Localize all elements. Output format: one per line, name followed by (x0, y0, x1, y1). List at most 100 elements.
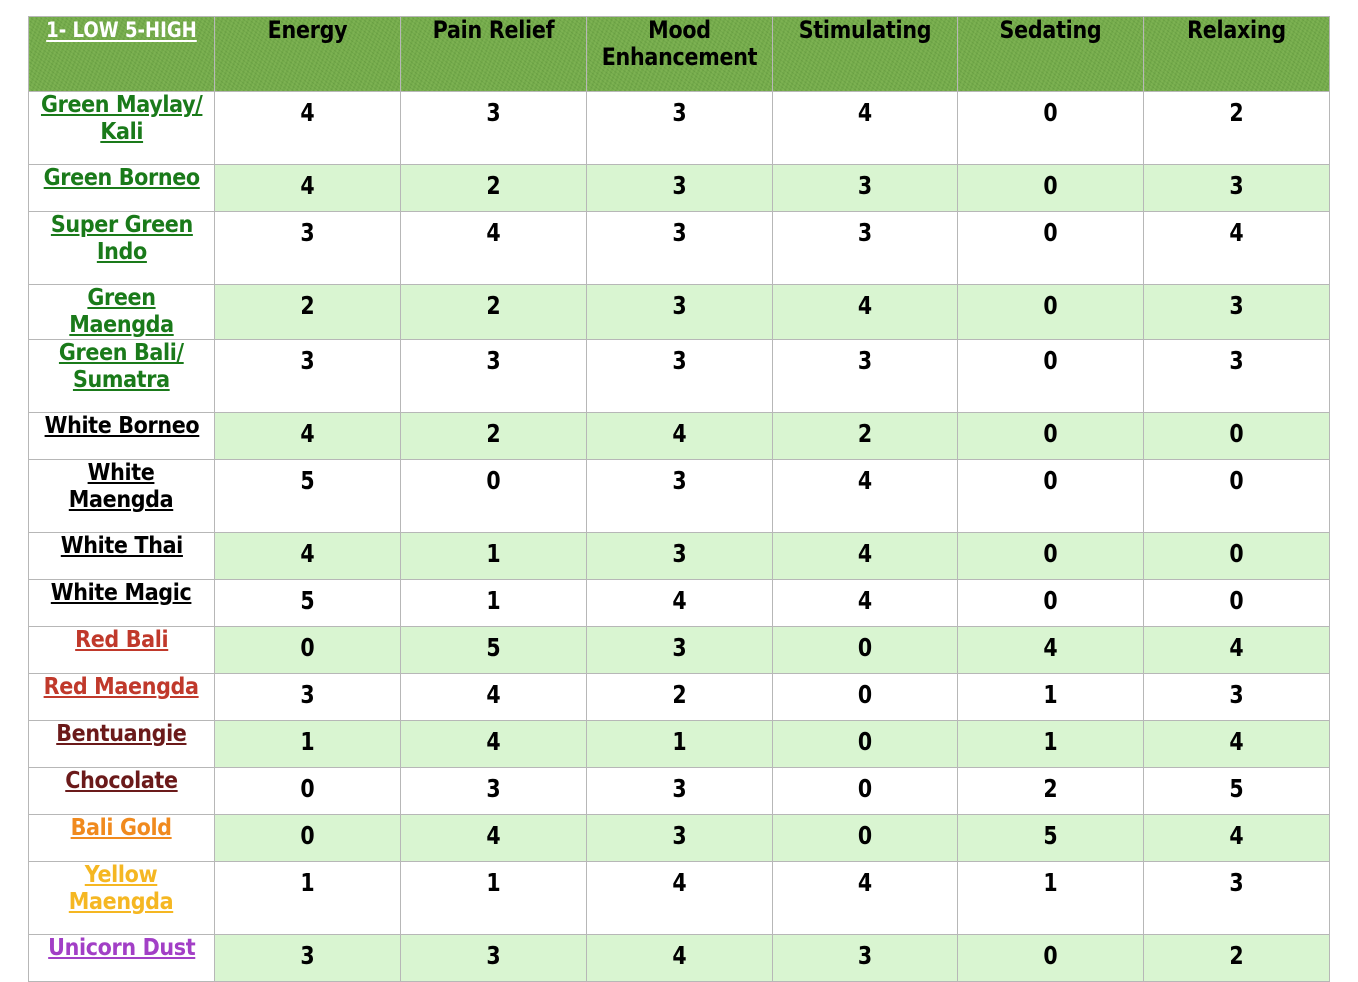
rating-cell-pain-relief: 3 (400, 934, 587, 982)
rating-value: 1 (486, 868, 501, 897)
rating-value: 0 (300, 633, 315, 662)
rating-cell-sedating: 5 (957, 814, 1144, 862)
strain-name-label: White Maengda (69, 460, 174, 513)
column-header-pain-relief: Pain Relief (400, 16, 587, 92)
rating-value: 3 (300, 680, 315, 709)
rating-cell-energy: 2 (214, 284, 401, 340)
rating-cell-relaxing: 3 (1143, 284, 1330, 340)
strain-name-label: Green Maengda (69, 285, 174, 338)
strain-name-cell: White Maengda (28, 459, 215, 533)
rating-cell-energy: 5 (214, 459, 401, 533)
strain-name-label: Bali Gold (70, 815, 173, 841)
table-body: Green Maylay/ Kali 4 3 3 4 0 2 Green Borneo 4 2 3 3… (28, 91, 1330, 982)
rating-cell-relaxing: 3 (1143, 339, 1330, 413)
rating-cell-stimulating: 3 (772, 934, 958, 982)
rating-cell-pain-relief: 4 (400, 673, 587, 721)
rating-cell-sedating: 0 (957, 284, 1144, 340)
column-header-pain-relief-label: Pain Relief (432, 16, 555, 44)
rating-cell-pain-relief: 4 (400, 814, 587, 862)
rating-value: 3 (1229, 171, 1244, 200)
rating-cell-relaxing: 5 (1143, 767, 1330, 815)
rating-cell-stimulating: 3 (772, 164, 958, 212)
rating-cell-mood-enhancement: 3 (586, 91, 773, 165)
rating-cell-sedating: 0 (957, 532, 1144, 580)
rating-value: 4 (672, 868, 687, 897)
rating-cell-mood-enhancement: 3 (586, 339, 773, 413)
rating-value: 1 (672, 727, 687, 756)
column-header-relaxing: Relaxing (1143, 16, 1330, 92)
column-header-mood-enhancement: Mood Enhancement (586, 16, 773, 92)
rating-value: 4 (486, 218, 501, 247)
rating-cell-pain-relief: 2 (400, 164, 587, 212)
rating-value: 2 (1229, 98, 1244, 127)
rating-value: 4 (857, 291, 873, 320)
strain-name-label: Green Borneo (43, 165, 200, 191)
rating-value: 4 (1043, 633, 1058, 662)
rating-cell-relaxing: 3 (1143, 861, 1330, 935)
rating-cell-relaxing: 0 (1143, 412, 1330, 460)
rating-value: 4 (857, 868, 873, 897)
rating-value: 4 (300, 539, 315, 568)
column-header-scale-label: 1- LOW 5-HIGH (46, 18, 197, 42)
rating-cell-sedating: 1 (957, 673, 1144, 721)
rating-cell-pain-relief: 4 (400, 720, 587, 768)
strain-name-label: White Magic (51, 580, 192, 606)
rating-cell-mood-enhancement: 3 (586, 459, 773, 533)
rating-cell-stimulating: 4 (772, 532, 958, 580)
rating-value: 1 (486, 539, 501, 568)
rating-cell-mood-enhancement: 3 (586, 211, 773, 285)
rating-cell-sedating: 0 (957, 211, 1144, 285)
rating-value: 3 (672, 633, 687, 662)
rating-value: 3 (486, 774, 501, 803)
column-header-energy: Energy (214, 16, 401, 92)
rating-value: 3 (300, 218, 315, 247)
strain-name-cell: Bali Gold (28, 814, 215, 862)
column-header-sedating: Sedating (957, 16, 1144, 92)
rating-cell-pain-relief: 3 (400, 767, 587, 815)
rating-cell-energy: 3 (214, 211, 401, 285)
rating-cell-energy: 3 (214, 934, 401, 982)
rating-value: 3 (1229, 346, 1244, 375)
rating-value: 0 (857, 680, 873, 709)
rating-value: 3 (486, 98, 501, 127)
rating-value: 4 (857, 539, 873, 568)
rating-cell-sedating: 0 (957, 412, 1144, 460)
rating-cell-sedating: 1 (957, 720, 1144, 768)
strain-name-cell: White Magic (28, 579, 215, 627)
rating-value: 2 (857, 419, 873, 448)
rating-value: 2 (300, 291, 315, 320)
rating-cell-mood-enhancement: 3 (586, 814, 773, 862)
rating-value: 3 (672, 539, 687, 568)
rating-cell-sedating: 0 (957, 91, 1144, 165)
strain-name-cell: Super Green Indo (28, 211, 215, 285)
rating-value: 3 (486, 941, 501, 970)
rating-value: 1 (1043, 727, 1058, 756)
rating-cell-relaxing: 0 (1143, 579, 1330, 627)
rating-cell-stimulating: 4 (772, 579, 958, 627)
table-row: Green Borneo 4 2 3 3 0 3 (28, 164, 1330, 212)
rating-cell-stimulating: 4 (772, 459, 958, 533)
rating-cell-energy: 3 (214, 673, 401, 721)
rating-value: 4 (857, 586, 873, 615)
rating-value: 4 (300, 98, 315, 127)
table-row: Green Bali/ Sumatra 3 3 3 3 0 3 (28, 339, 1330, 413)
rating-value: 3 (1229, 291, 1244, 320)
rating-value: 3 (486, 346, 501, 375)
table-row: Bali Gold 0 4 3 0 5 4 (28, 814, 1330, 862)
rating-value: 0 (1043, 466, 1058, 495)
rating-cell-pain-relief: 3 (400, 339, 587, 413)
strain-name-label: Green Maylay/ Kali (40, 92, 203, 145)
strain-name-cell: Green Borneo (28, 164, 215, 212)
table-row: Yellow Maengda 1 1 4 4 1 3 (28, 861, 1330, 935)
rating-value: 0 (1043, 98, 1058, 127)
header-row: 1- LOW 5-HIGH Energy Pain Relief Mood En… (28, 16, 1330, 92)
rating-value: 5 (300, 466, 315, 495)
rating-value: 5 (486, 633, 501, 662)
rating-value: 4 (1229, 821, 1244, 850)
strain-name-cell: Yellow Maengda (28, 861, 215, 935)
rating-value: 2 (486, 291, 501, 320)
rating-value: 3 (857, 171, 873, 200)
rating-cell-pain-relief: 5 (400, 626, 587, 674)
rating-value: 0 (857, 727, 873, 756)
table-header: 1- LOW 5-HIGH Energy Pain Relief Mood En… (28, 16, 1330, 92)
